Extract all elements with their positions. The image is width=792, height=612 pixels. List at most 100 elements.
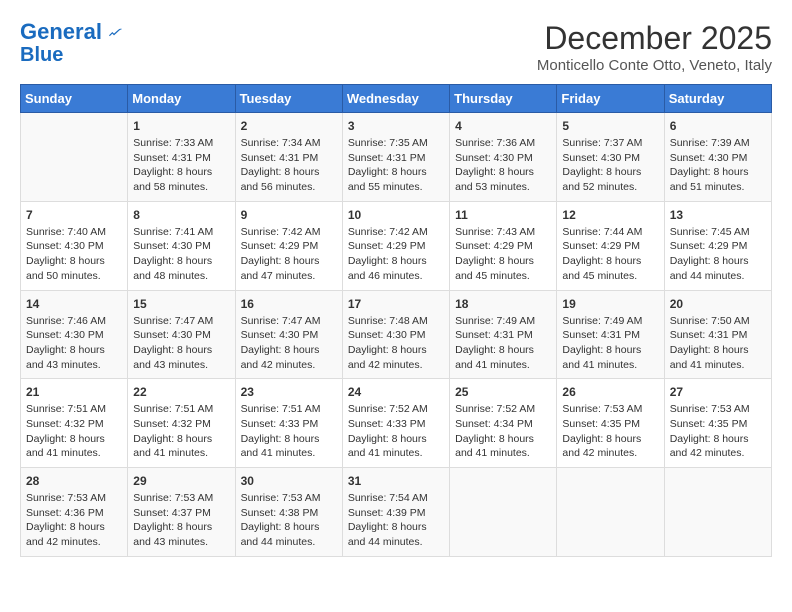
cell-info: Sunrise: 7:51 AMSunset: 4:32 PMDaylight:…	[133, 403, 213, 459]
calendar-cell: 23 Sunrise: 7:51 AMSunset: 4:33 PMDayligh…	[235, 379, 342, 468]
calendar-cell: 22 Sunrise: 7:51 AMSunset: 4:32 PMDayligh…	[128, 379, 235, 468]
day-number: 28	[26, 474, 122, 488]
calendar-cell: 27 Sunrise: 7:53 AMSunset: 4:35 PMDayligh…	[664, 379, 771, 468]
calendar-cell: 15 Sunrise: 7:47 AMSunset: 4:30 PMDayligh…	[128, 290, 235, 379]
cell-info: Sunrise: 7:42 AMSunset: 4:29 PMDaylight:…	[241, 226, 321, 282]
day-number: 13	[670, 208, 766, 222]
title-block: December 2025 Monticello Conte Otto, Ven…	[537, 20, 772, 74]
cell-info: Sunrise: 7:54 AMSunset: 4:39 PMDaylight:…	[348, 492, 428, 548]
day-number: 20	[670, 297, 766, 311]
day-number: 21	[26, 385, 122, 399]
calendar-cell	[557, 468, 664, 557]
day-number: 2	[241, 119, 337, 133]
cell-info: Sunrise: 7:52 AMSunset: 4:33 PMDaylight:…	[348, 403, 428, 459]
calendar-cell	[450, 468, 557, 557]
header-day-saturday: Saturday	[664, 85, 771, 113]
header-day-friday: Friday	[557, 85, 664, 113]
header-day-wednesday: Wednesday	[342, 85, 449, 113]
cell-info: Sunrise: 7:48 AMSunset: 4:30 PMDaylight:…	[348, 315, 428, 371]
cell-info: Sunrise: 7:34 AMSunset: 4:31 PMDaylight:…	[241, 137, 321, 193]
cell-info: Sunrise: 7:47 AMSunset: 4:30 PMDaylight:…	[241, 315, 321, 371]
calendar-cell: 2 Sunrise: 7:34 AMSunset: 4:31 PMDaylight…	[235, 113, 342, 202]
cell-info: Sunrise: 7:40 AMSunset: 4:30 PMDaylight:…	[26, 226, 106, 282]
header-day-thursday: Thursday	[450, 85, 557, 113]
cell-info: Sunrise: 7:52 AMSunset: 4:34 PMDaylight:…	[455, 403, 535, 459]
day-number: 12	[562, 208, 658, 222]
calendar-cell: 20Sunrise: 7:50 AMSunset: 4:31 PMDayligh…	[664, 290, 771, 379]
calendar-cell: 16 Sunrise: 7:47 AMSunset: 4:30 PMDayligh…	[235, 290, 342, 379]
header-day-sunday: Sunday	[21, 85, 128, 113]
day-number: 17	[348, 297, 444, 311]
calendar-cell: 25 Sunrise: 7:52 AMSunset: 4:34 PMDayligh…	[450, 379, 557, 468]
page-header: General Blue December 2025 Monticello Co…	[20, 20, 772, 74]
cell-info: Sunrise: 7:43 AMSunset: 4:29 PMDaylight:…	[455, 226, 535, 282]
day-number: 8	[133, 208, 229, 222]
calendar-cell: 14Sunrise: 7:46 AMSunset: 4:30 PMDayligh…	[21, 290, 128, 379]
cell-info: Sunrise: 7:53 AMSunset: 4:37 PMDaylight:…	[133, 492, 213, 548]
day-number: 14	[26, 297, 122, 311]
cell-info: Sunrise: 7:47 AMSunset: 4:30 PMDaylight:…	[133, 315, 213, 371]
day-number: 31	[348, 474, 444, 488]
calendar-cell: 12 Sunrise: 7:44 AMSunset: 4:29 PMDayligh…	[557, 201, 664, 290]
day-number: 9	[241, 208, 337, 222]
logo: General Blue	[20, 20, 124, 66]
calendar-cell	[21, 113, 128, 202]
day-number: 5	[562, 119, 658, 133]
cell-info: Sunrise: 7:49 AMSunset: 4:31 PMDaylight:…	[455, 315, 535, 371]
calendar-cell: 31 Sunrise: 7:54 AMSunset: 4:39 PMDayligh…	[342, 468, 449, 557]
calendar-cell: 17 Sunrise: 7:48 AMSunset: 4:30 PMDayligh…	[342, 290, 449, 379]
week-row-1: 7Sunrise: 7:40 AMSunset: 4:30 PMDaylight…	[21, 201, 772, 290]
calendar-cell: 29Sunrise: 7:53 AMSunset: 4:37 PMDayligh…	[128, 468, 235, 557]
week-row-4: 28 Sunrise: 7:53 AMSunset: 4:36 PMDayligh…	[21, 468, 772, 557]
day-number: 6	[670, 119, 766, 133]
cell-info: Sunrise: 7:53 AMSunset: 4:35 PMDaylight:…	[670, 403, 750, 459]
day-number: 22	[133, 385, 229, 399]
calendar-cell: 9 Sunrise: 7:42 AMSunset: 4:29 PMDaylight…	[235, 201, 342, 290]
logo-bird-icon	[104, 22, 124, 42]
week-row-0: 1Sunrise: 7:33 AMSunset: 4:31 PMDaylight…	[21, 113, 772, 202]
cell-info: Sunrise: 7:44 AMSunset: 4:29 PMDaylight:…	[562, 226, 642, 282]
day-number: 15	[133, 297, 229, 311]
calendar-cell: 21 Sunrise: 7:51 AMSunset: 4:32 PMDayligh…	[21, 379, 128, 468]
calendar-cell: 8 Sunrise: 7:41 AMSunset: 4:30 PMDaylight…	[128, 201, 235, 290]
calendar-cell: 11 Sunrise: 7:43 AMSunset: 4:29 PMDayligh…	[450, 201, 557, 290]
day-number: 27	[670, 385, 766, 399]
day-number: 16	[241, 297, 337, 311]
calendar-cell: 7Sunrise: 7:40 AMSunset: 4:30 PMDaylight…	[21, 201, 128, 290]
calendar-cell: 30Sunrise: 7:53 AMSunset: 4:38 PMDayligh…	[235, 468, 342, 557]
calendar-cell: 24 Sunrise: 7:52 AMSunset: 4:33 PMDayligh…	[342, 379, 449, 468]
logo-text: General	[20, 20, 102, 44]
day-number: 4	[455, 119, 551, 133]
day-number: 11	[455, 208, 551, 222]
location: Monticello Conte Otto, Veneto, Italy	[537, 57, 772, 74]
calendar-cell: 5 Sunrise: 7:37 AMSunset: 4:30 PMDaylight…	[557, 113, 664, 202]
header-day-tuesday: Tuesday	[235, 85, 342, 113]
day-number: 24	[348, 385, 444, 399]
calendar-cell: 13Sunrise: 7:45 AMSunset: 4:29 PMDayligh…	[664, 201, 771, 290]
calendar-cell: 18 Sunrise: 7:49 AMSunset: 4:31 PMDayligh…	[450, 290, 557, 379]
calendar-cell: 10Sunrise: 7:42 AMSunset: 4:29 PMDayligh…	[342, 201, 449, 290]
calendar-cell	[664, 468, 771, 557]
cell-info: Sunrise: 7:41 AMSunset: 4:30 PMDaylight:…	[133, 226, 213, 282]
day-number: 26	[562, 385, 658, 399]
calendar-table: SundayMondayTuesdayWednesdayThursdayFrid…	[20, 84, 772, 557]
calendar-cell: 1Sunrise: 7:33 AMSunset: 4:31 PMDaylight…	[128, 113, 235, 202]
day-number: 3	[348, 119, 444, 133]
day-number: 18	[455, 297, 551, 311]
calendar-cell: 28 Sunrise: 7:53 AMSunset: 4:36 PMDayligh…	[21, 468, 128, 557]
week-row-3: 21 Sunrise: 7:51 AMSunset: 4:32 PMDayligh…	[21, 379, 772, 468]
cell-info: Sunrise: 7:33 AMSunset: 4:31 PMDaylight:…	[133, 137, 213, 193]
header-row: SundayMondayTuesdayWednesdayThursdayFrid…	[21, 85, 772, 113]
calendar-cell: 26Sunrise: 7:53 AMSunset: 4:35 PMDayligh…	[557, 379, 664, 468]
cell-info: Sunrise: 7:53 AMSunset: 4:38 PMDaylight:…	[241, 492, 321, 548]
calendar-cell: 6Sunrise: 7:39 AMSunset: 4:30 PMDaylight…	[664, 113, 771, 202]
cell-info: Sunrise: 7:51 AMSunset: 4:33 PMDaylight:…	[241, 403, 321, 459]
day-number: 23	[241, 385, 337, 399]
calendar-cell: 19Sunrise: 7:49 AMSunset: 4:31 PMDayligh…	[557, 290, 664, 379]
cell-info: Sunrise: 7:42 AMSunset: 4:29 PMDaylight:…	[348, 226, 428, 282]
month-title: December 2025	[537, 20, 772, 57]
day-number: 25	[455, 385, 551, 399]
cell-info: Sunrise: 7:37 AMSunset: 4:30 PMDaylight:…	[562, 137, 642, 193]
cell-info: Sunrise: 7:51 AMSunset: 4:32 PMDaylight:…	[26, 403, 106, 459]
cell-info: Sunrise: 7:53 AMSunset: 4:36 PMDaylight:…	[26, 492, 106, 548]
